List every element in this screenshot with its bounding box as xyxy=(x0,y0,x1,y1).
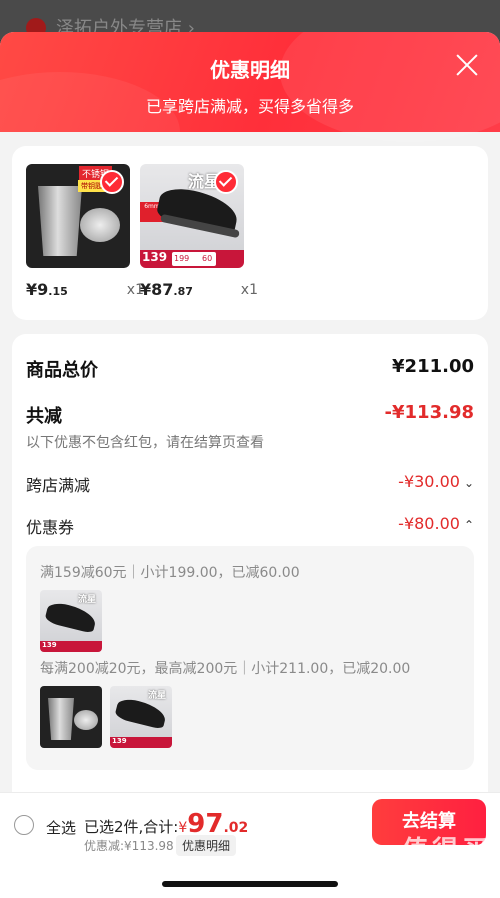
product-thumbnail: 6mm 流星 139 199 60 xyxy=(140,164,244,268)
discount-note: 以下优惠不包含红包，请在结算页查看 xyxy=(26,435,264,451)
total-label: 商品总价 xyxy=(26,360,98,381)
coupon-product-thumbnail xyxy=(40,686,102,748)
summary-card: 商品总价 ¥211.00 共减 -¥113.98 以下优惠不包含红包，请在结算页… xyxy=(12,334,488,854)
close-icon[interactable] xyxy=(454,52,480,78)
promo-band: 139 199 60 xyxy=(140,250,244,268)
coupon-product-thumbnail: 流星 139 xyxy=(40,590,102,652)
product-item[interactable]: 6mm 流星 139 199 60 ¥87.87 x1 xyxy=(140,164,258,299)
sheet-subtitle: 已享跨店满减，买得多省得多 xyxy=(145,97,354,116)
product-price: ¥9.15 xyxy=(26,280,68,299)
select-all-radio[interactable] xyxy=(14,815,34,835)
cup-image xyxy=(38,186,82,256)
product-thumbnail: 不锈钢 带钥匙扣 xyxy=(26,164,130,268)
chevron-up-icon[interactable]: ⌃ xyxy=(464,518,474,532)
coupon-rule: 满159减60元｜小计199.00，已减60.00 xyxy=(40,565,300,581)
cross-store-label: 跨店满减 xyxy=(26,476,91,495)
sheet-title: 优惠明细 xyxy=(210,58,290,82)
coupon-detail-box: 满159减60元｜小计199.00，已减60.00 流星 139 每满200减2… xyxy=(26,546,474,770)
discount-detail-button[interactable]: 优惠明细 xyxy=(176,835,237,856)
reduce-value: -¥113.98 xyxy=(384,402,474,423)
home-indicator xyxy=(162,881,338,887)
discount-detail-sheet: 优惠明细 已享跨店满减，买得多省得多 不锈钢 带钥匙扣 ¥9.15 x1 6mm… xyxy=(0,32,500,898)
reduce-label: 共减 xyxy=(26,406,62,427)
discount-amount: 优惠减:¥113.98 xyxy=(84,839,174,853)
cross-store-value: -¥30.00 ⌄ xyxy=(398,472,474,491)
coupon-label: 优惠券 xyxy=(26,518,75,537)
coupon-rule: 每满200减20元，最高减200元｜小计211.00，已减20.00 xyxy=(40,661,411,677)
coupon-product-thumbnail: 流星 139 xyxy=(110,686,172,748)
product-item[interactable]: 不锈钢 带钥匙扣 ¥9.15 x1 xyxy=(26,164,144,299)
total-value: ¥211.00 xyxy=(392,356,474,377)
watermark-url: zhizhizhi.com xyxy=(386,874,488,892)
checked-icon[interactable] xyxy=(100,170,124,194)
coupon-value: -¥80.00 ⌃ xyxy=(398,514,474,533)
select-all-label[interactable]: 全选 xyxy=(46,817,76,838)
chevron-down-icon[interactable]: ⌄ xyxy=(464,476,474,490)
checked-icon[interactable] xyxy=(214,170,238,194)
product-qty: x1 xyxy=(240,282,258,298)
watermark: 值得买 xyxy=(401,836,492,866)
products-card: 不锈钢 带钥匙扣 ¥9.15 x1 6mm 流星 139 199 60 ¥87.… xyxy=(12,146,488,320)
cup-lid-image xyxy=(80,208,120,242)
product-price: ¥87.87 xyxy=(140,280,193,299)
sheet-header: 优惠明细 已享跨店满减，买得多省得多 xyxy=(0,32,500,192)
